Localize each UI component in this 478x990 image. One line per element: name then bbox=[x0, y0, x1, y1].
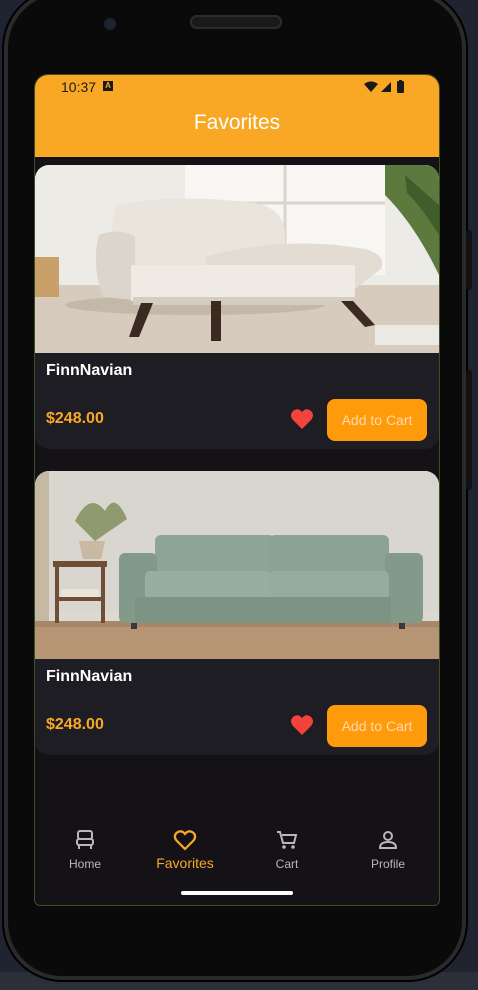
app-bar: 10:37 A Favorites bbox=[35, 75, 439, 157]
nav-item-profile[interactable]: Profile bbox=[338, 829, 438, 871]
sofa-photo bbox=[35, 471, 439, 659]
app-screen: 10:37 A Favorites FinnNavian $248.00 Add… bbox=[34, 74, 440, 906]
product-price: $248.00 bbox=[46, 410, 104, 427]
home-icon bbox=[76, 830, 94, 849]
heart-outline-icon bbox=[173, 830, 197, 851]
wifi-icon bbox=[364, 81, 378, 92]
nav-label: Favorites bbox=[156, 855, 214, 871]
page-title: Favorites bbox=[193, 111, 281, 134]
nav-item-home[interactable]: Home bbox=[35, 829, 135, 871]
cart-icon bbox=[277, 831, 298, 849]
status-time: 10:37 bbox=[61, 79, 97, 95]
armchair-photo bbox=[35, 165, 439, 353]
nav-label: Home bbox=[68, 857, 101, 871]
favorite-card[interactable]: FinnNavian $248.00 Add to Cart bbox=[35, 165, 439, 449]
add-to-cart-button[interactable]: Add to Cart bbox=[327, 399, 427, 441]
product-name: FinnNavian bbox=[46, 668, 133, 685]
status-bar: 10:37 A bbox=[35, 75, 439, 97]
power-button bbox=[466, 230, 472, 290]
front-camera bbox=[104, 18, 116, 30]
nav-label: Cart bbox=[275, 857, 299, 871]
heart-filled-icon[interactable] bbox=[290, 714, 314, 736]
favorite-card[interactable]: FinnNavian $248.00 Add to Cart bbox=[35, 471, 439, 755]
system-icons bbox=[363, 80, 409, 97]
earpiece-speaker bbox=[190, 15, 282, 29]
nav-item-cart[interactable]: Cart bbox=[237, 829, 337, 871]
person-icon bbox=[378, 831, 398, 849]
volume-button bbox=[466, 370, 472, 490]
battery-icon bbox=[397, 81, 404, 93]
gesture-home-indicator[interactable] bbox=[181, 891, 293, 895]
signal-icon bbox=[381, 82, 391, 92]
product-price: $248.00 bbox=[46, 716, 104, 733]
heart-filled-icon[interactable] bbox=[290, 408, 314, 430]
nav-item-favorites[interactable]: Favorites bbox=[135, 829, 235, 871]
nav-label: Profile bbox=[370, 857, 405, 871]
notification-icon: A bbox=[103, 81, 113, 91]
add-to-cart-button[interactable]: Add to Cart bbox=[327, 705, 427, 747]
product-name: FinnNavian bbox=[46, 362, 133, 379]
